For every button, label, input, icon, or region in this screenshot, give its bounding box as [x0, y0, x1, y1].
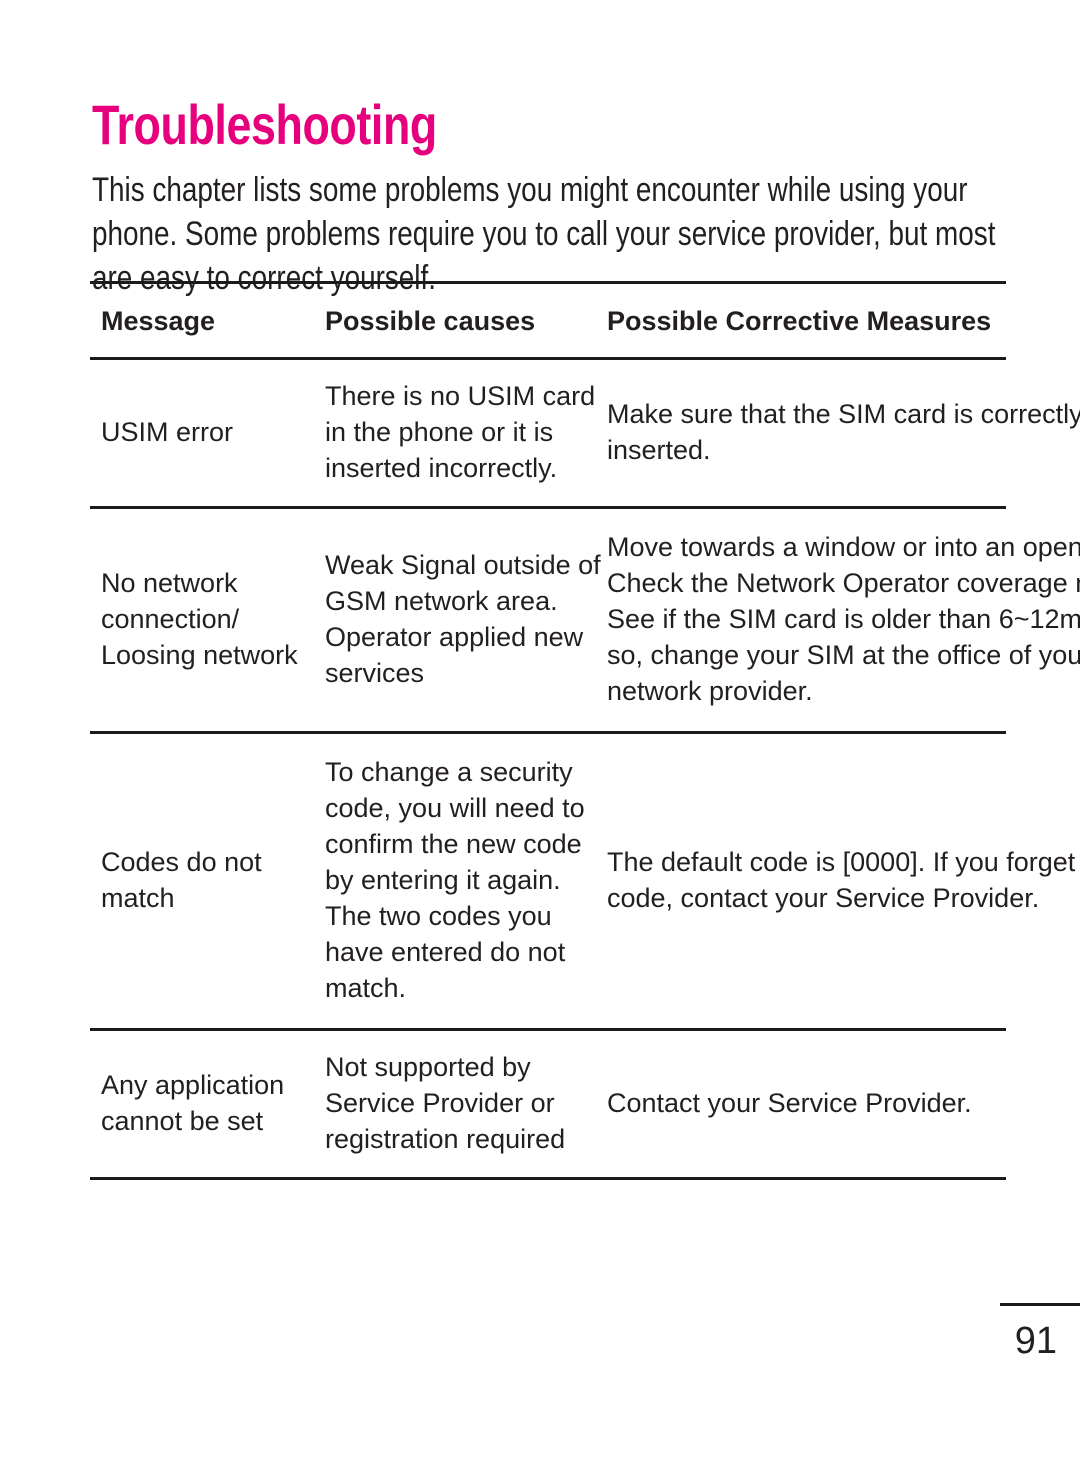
header-cell-message: Message [90, 304, 325, 338]
row-message-cell: Codes do not match [90, 844, 325, 916]
table-row: Any application cannot be set Not suppor… [90, 1031, 1006, 1177]
row-message-text: No network connection/ Loosing network [101, 568, 298, 670]
row-cause-paragraph: Weak Signal outside of GSM network area. [325, 550, 601, 616]
row-message-cell: Any application cannot be set [90, 1067, 325, 1139]
row-cause-paragraph: Operator applied new services [325, 622, 584, 688]
table-row: No network connection/ Loosing network W… [90, 509, 1080, 731]
header-message-label: Message [101, 305, 216, 336]
header-possible-corrective-measures-label: Possible Corrective Measures [607, 305, 992, 336]
row-cause-paragraph: To change a security code, you will need… [325, 757, 585, 895]
troubleshooting-table: Message Possible causes Possible Correct… [90, 281, 1080, 1180]
table-row: Codes do not match To change a security … [90, 734, 1080, 1028]
row-message-cell: USIM error [90, 414, 325, 450]
row-measure-paragraph: See if the SIM card is older than 6~12mo… [607, 604, 1080, 634]
row-measure-paragraph: Make sure that the SIM card is correctly… [607, 399, 1080, 465]
page-number: 91 [1014, 1320, 1057, 1362]
row-message-cell: No network connection/ Loosing network [90, 565, 325, 673]
row-measures-cell: Make sure that the SIM card is correctly… [607, 396, 1080, 468]
header-cell-possible-causes: Possible causes [325, 304, 607, 338]
row-causes-cell: There is no USIM card in the phone or it… [325, 378, 607, 486]
footer-rule [1000, 1303, 1080, 1306]
row-message-text: Codes do not match [101, 847, 262, 913]
row-measures-cell: Move towards a window or into an open ar… [607, 529, 1080, 709]
table-row: USIM error There is no USIM card in the … [90, 360, 1080, 506]
row-measures-cell: The default code is [0000]. If you forge… [607, 844, 1080, 916]
row-cause-paragraph: There is no USIM card in the phone or it… [325, 381, 596, 483]
row-causes-cell: To change a security code, you will need… [325, 754, 607, 1006]
manual-page: Troubleshooting This chapter lists some … [0, 0, 1080, 1460]
row-measure-paragraph: The default code is [0000]. If you forge… [607, 847, 1080, 913]
row-measure-paragraph: Move towards a window or into an open ar… [607, 532, 1080, 598]
row-causes-cell: Not supported by Service Provider or reg… [325, 1049, 607, 1157]
row-measure-paragraph: Contact your Service Provider. [607, 1088, 972, 1118]
row-causes-cell: Weak Signal outside of GSM network area.… [325, 547, 607, 691]
row-measures-cell: Contact your Service Provider. [607, 1085, 1080, 1121]
header-cell-possible-corrective-measures: Possible Corrective Measures [607, 304, 1080, 338]
header-possible-causes-label: Possible causes [325, 305, 536, 336]
row-cause-paragraph: Not supported by Service Provider or reg… [325, 1052, 566, 1154]
row-message-text: Any application cannot be set [101, 1070, 285, 1136]
row-message-text: USIM error [101, 417, 234, 447]
table-bottom-rule [90, 1177, 1006, 1180]
page-title: Troubleshooting [92, 92, 437, 156]
row-cause-paragraph: The two codes you have entered do not ma… [325, 901, 566, 1003]
table-header-row: Message Possible causes Possible Correct… [90, 284, 1006, 357]
